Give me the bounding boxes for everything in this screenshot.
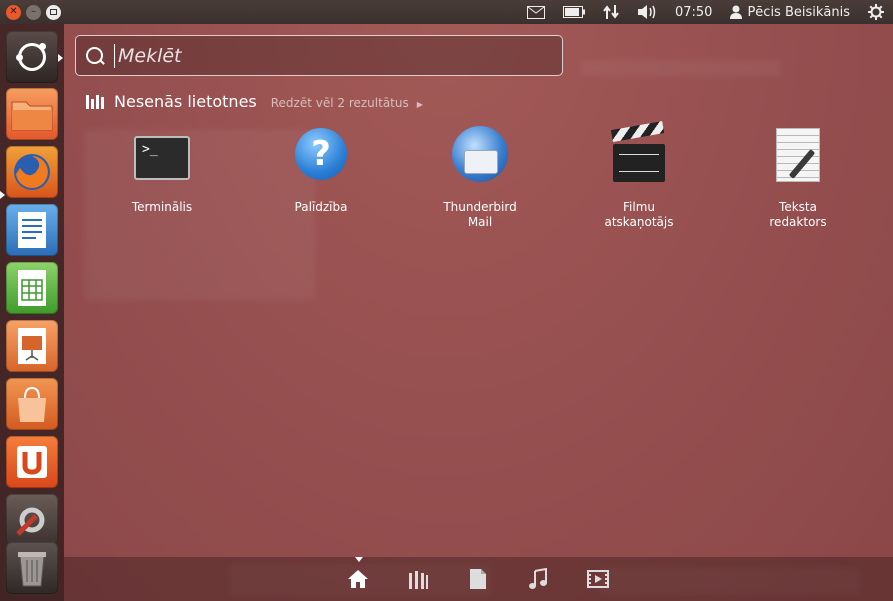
- see-more-results-link[interactable]: Redzēt vēl 2 rezultātus: [271, 96, 409, 110]
- clock[interactable]: 07:50: [675, 5, 712, 20]
- trash-icon: [18, 552, 46, 587]
- launcher-impress[interactable]: [6, 320, 58, 372]
- user-name: Pēcis Beisikānis: [747, 4, 850, 20]
- search-input[interactable]: [114, 43, 540, 68]
- lens-applications[interactable]: [405, 566, 431, 592]
- battery-icon: [562, 6, 585, 18]
- music-icon: [529, 568, 547, 589]
- app-label: Filmu atskaņotājs: [604, 200, 674, 229]
- session-menu[interactable]: [868, 4, 884, 20]
- search-icon: [84, 45, 106, 67]
- active-arrow-icon: [58, 54, 63, 62]
- lens-files[interactable]: [465, 566, 491, 592]
- app-tile-movie-player[interactable]: Filmu atskaņotājs: [584, 122, 694, 230]
- launcher-dash-home[interactable]: [6, 31, 58, 83]
- file-icon: [470, 569, 486, 589]
- launcher: [0, 24, 64, 601]
- minimize-icon: –: [31, 6, 36, 17]
- network-indicator[interactable]: [603, 4, 619, 20]
- launcher-calc[interactable]: [6, 262, 58, 314]
- help-icon: ?: [295, 128, 347, 180]
- search-box[interactable]: [75, 35, 563, 76]
- launcher-system-settings[interactable]: [6, 494, 58, 546]
- thunderbird-icon: [452, 126, 508, 182]
- volume-icon: [637, 5, 656, 19]
- launcher-firefox[interactable]: [6, 146, 58, 198]
- text-editor-icon: [776, 128, 820, 182]
- launcher-writer[interactable]: [6, 204, 58, 256]
- folder-icon: [11, 101, 53, 131]
- applications-icon: [409, 571, 428, 589]
- ubuntu-one-icon: [6, 436, 58, 488]
- user-menu[interactable]: Pēcis Beisikānis: [730, 5, 850, 20]
- app-label: Terminālis: [131, 200, 193, 214]
- volume-indicator[interactable]: [637, 5, 657, 19]
- calc-icon: [18, 270, 46, 306]
- maximize-window-button[interactable]: [46, 4, 61, 20]
- app-tile-terminal[interactable]: >_ Terminālis: [107, 122, 217, 215]
- home-icon: [348, 570, 368, 588]
- top-panel: ✕ – 07:50 Pēcis Beisikānis: [0, 0, 893, 24]
- mail-icon: [526, 5, 545, 19]
- lens-home[interactable]: [345, 566, 371, 592]
- impress-icon: [18, 328, 46, 364]
- writer-icon: [18, 212, 46, 248]
- launcher-software-center[interactable]: [6, 378, 58, 430]
- firefox-icon: [14, 154, 50, 190]
- close-window-button[interactable]: ✕: [6, 4, 21, 20]
- launcher-ubuntu-one[interactable]: [6, 436, 58, 488]
- maximize-icon: [50, 9, 57, 15]
- app-label: Palīdzība: [294, 200, 348, 214]
- indicator-area: 07:50 Pēcis Beisikānis: [518, 0, 893, 24]
- applications-category-icon: [86, 93, 104, 109]
- app-label: Thunderbird Mail: [443, 200, 517, 229]
- mail-indicator[interactable]: [526, 5, 545, 19]
- launcher-trash[interactable]: [6, 542, 58, 594]
- lens-music[interactable]: [525, 566, 551, 592]
- user-icon: [730, 5, 743, 19]
- app-label: Teksta redaktors: [769, 200, 827, 229]
- lens-video[interactable]: [585, 566, 611, 592]
- launcher-files[interactable]: [6, 88, 58, 140]
- battery-indicator[interactable]: [562, 6, 585, 18]
- terminal-icon: >_: [134, 136, 190, 180]
- app-tile-thunderbird[interactable]: Thunderbird Mail: [425, 122, 535, 230]
- video-icon: [587, 570, 609, 588]
- category-title: Nesenās lietotnes: [114, 92, 257, 111]
- settings-icon: [16, 507, 45, 536]
- expand-arrow-icon: ▶: [416, 100, 423, 109]
- gear-icon: [868, 4, 884, 20]
- shopping-bag-icon: [18, 386, 46, 422]
- active-lens-indicator-icon: [355, 557, 363, 562]
- minimize-window-button[interactable]: –: [26, 4, 41, 20]
- category-header: Nesenās lietotnes Redzēt vēl 2 rezultātu…: [86, 91, 423, 111]
- running-app-pip: [0, 191, 5, 199]
- ubuntu-logo-icon: [16, 43, 46, 71]
- clapperboard-icon: [613, 144, 665, 182]
- app-tile-text-editor[interactable]: Teksta redaktors: [743, 122, 853, 230]
- app-tile-help[interactable]: ? Palīdzība: [266, 122, 376, 215]
- network-icon: [603, 5, 619, 19]
- close-icon: ✕: [9, 6, 18, 17]
